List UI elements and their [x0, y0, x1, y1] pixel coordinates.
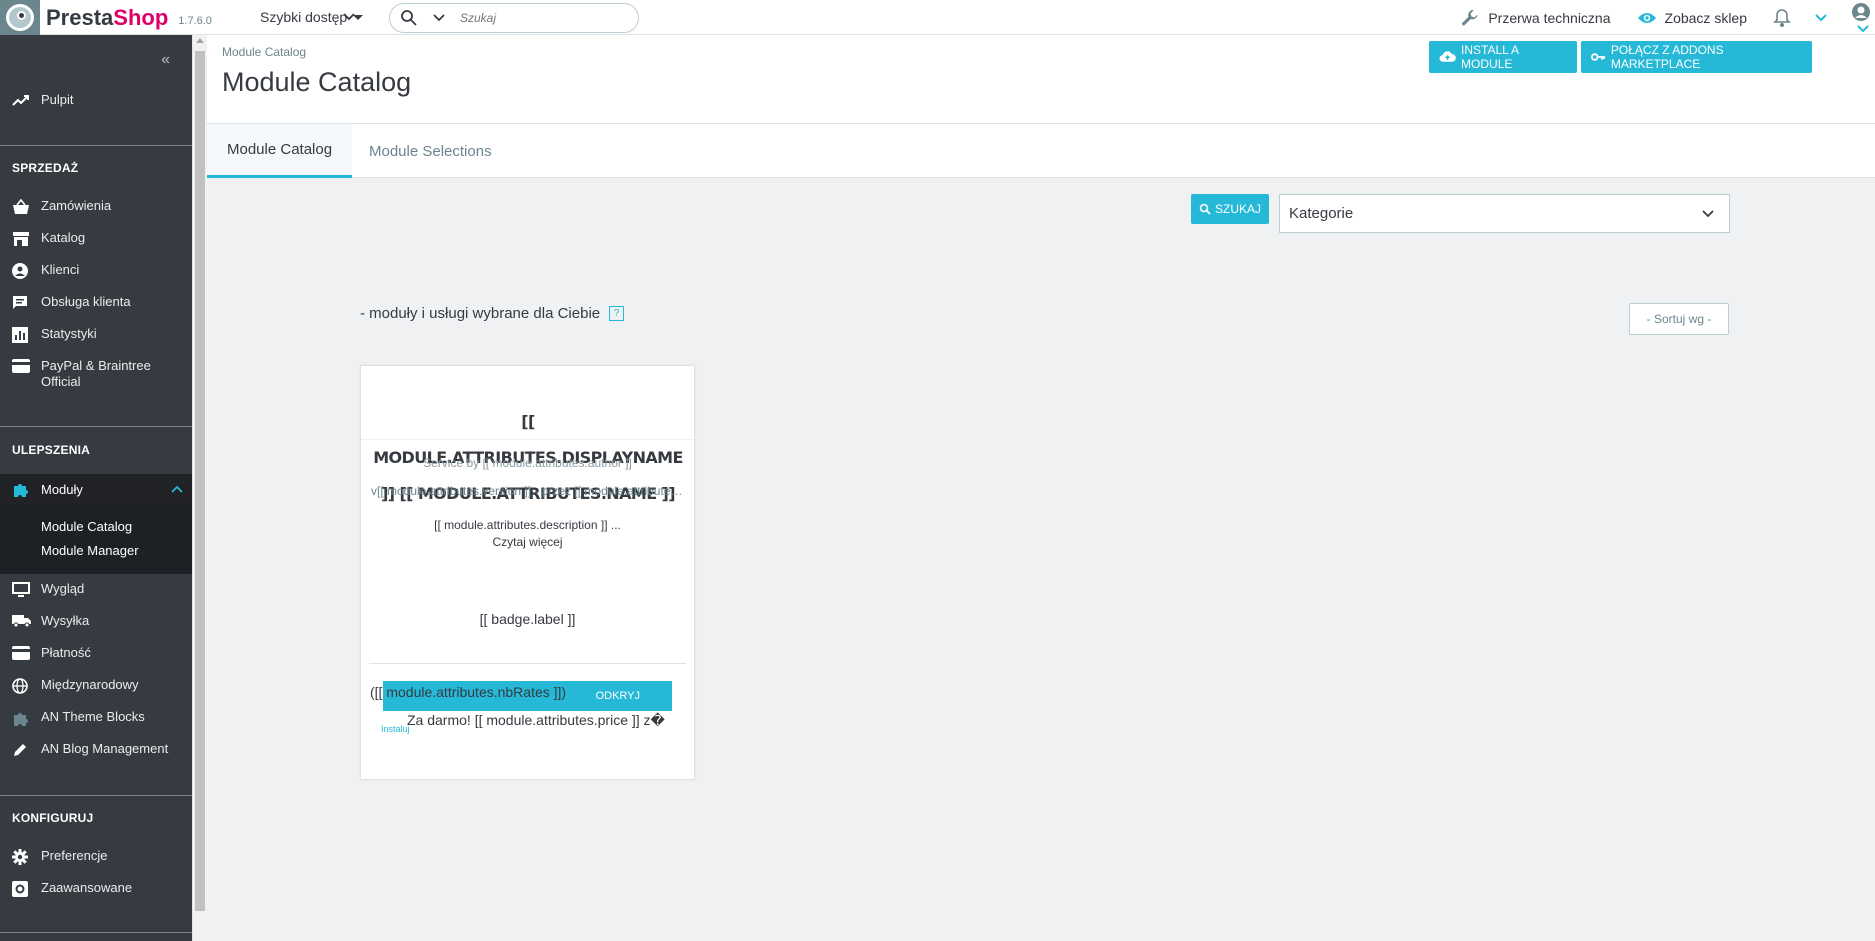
- sidebar-subitem-module-manager[interactable]: Module Manager: [41, 543, 139, 558]
- sidebar-item-zamowienia[interactable]: Zamówienia: [0, 198, 192, 214]
- logo-text: PrestaShop: [46, 4, 169, 30]
- section-title-ulepszenia: ULEPSZENIA: [12, 443, 91, 457]
- sidebar-item-preferencje[interactable]: Preferencje: [0, 848, 192, 865]
- tab-module-selections[interactable]: Module Selections: [349, 124, 512, 178]
- sidebar-item-statystyki[interactable]: Statystyki: [0, 326, 192, 343]
- eye-icon: [1637, 12, 1656, 23]
- store-icon: [13, 232, 29, 246]
- module-price: Za darmo! [[ module.attributes.price ]] …: [407, 712, 665, 728]
- sidebar-item-zaawansowane[interactable]: Zaawansowane: [0, 880, 192, 897]
- sidebar-nav: « Pulpit SPRZEDAŻ Zamówienia Katalog Kli…: [0, 35, 192, 941]
- sidebar-item-pulpit[interactable]: Pulpit: [0, 92, 192, 108]
- sidebar-item-wysylka[interactable]: Wysyłka: [0, 613, 192, 629]
- pencil-icon: [14, 744, 26, 756]
- view-shop-label: Zobacz sklep: [1664, 9, 1747, 26]
- notifications-button[interactable]: [1773, 8, 1799, 28]
- sidebar-item-katalog[interactable]: Katalog: [0, 230, 192, 246]
- module-author: Service by [[ module.attributes.author ]…: [423, 456, 632, 470]
- breadcrumb[interactable]: Module Catalog: [222, 45, 306, 59]
- install-module-button[interactable]: INSTALL A MODULE: [1429, 41, 1577, 73]
- credit-card-icon: [12, 359, 30, 373]
- sidebar-scrollbar[interactable]: [192, 35, 207, 941]
- top-header: PrestaShop 1.7.6.0 Szybki dostęp Przerwa…: [0, 0, 1875, 35]
- page-title: Module Catalog: [222, 67, 412, 97]
- puzzle-icon: [14, 484, 28, 497]
- account-icon[interactable]: [1851, 2, 1871, 22]
- puffin-logo-icon: [0, 0, 40, 35]
- collapse-sidebar-icon[interactable]: «: [161, 51, 170, 69]
- sidebar-item-moduly-label: Moduły: [41, 482, 83, 497]
- sidebar-item-an-blog-management[interactable]: AN Blog Management: [0, 741, 192, 757]
- sidebar-item-klienci[interactable]: Klienci: [0, 262, 192, 279]
- view-shop-link[interactable]: Zobacz sklep: [1637, 10, 1747, 26]
- account-circle-icon: [12, 263, 28, 279]
- key-icon: [1591, 53, 1605, 61]
- sidebar-divider: [0, 795, 192, 796]
- module-rates: ([[ module.attributes.nbRates ]]): [370, 684, 567, 700]
- version-label: 1.7.6.0: [178, 14, 212, 27]
- bell-icon: [1773, 8, 1791, 27]
- sidebar-subitem-module-catalog[interactable]: Module Catalog: [41, 519, 132, 534]
- module-badge: [[ badge.label ]]: [479, 611, 576, 627]
- puzzle-icon: [14, 713, 28, 726]
- chevron-down-icon[interactable]: [1856, 22, 1870, 36]
- wrench-icon: [1462, 9, 1478, 25]
- sidebar-group-moduly: Moduły Module Catalog Module Manager: [0, 474, 192, 574]
- settings-box-icon: [12, 881, 28, 897]
- page-header: Module Catalog Module Catalog INSTALL A …: [207, 35, 1875, 123]
- module-card: [[ MODULE.ATTRIBUTES.DISPLAYNAME ]] [[ M…: [360, 365, 695, 780]
- search-icon: [1199, 203, 1211, 215]
- card-divider: [369, 663, 686, 664]
- chevron-up-icon: [171, 485, 183, 493]
- chevron-down-icon[interactable]: [432, 11, 446, 25]
- category-select[interactable]: Kategorie: [1279, 194, 1730, 233]
- sidebar-item-miedzynarodowy[interactable]: Międzynarodowy: [0, 677, 192, 694]
- selection-heading: - moduły i usługi wybrane dla Ciebie ?: [360, 305, 625, 322]
- sidebar-item-wyglad[interactable]: Wygląd: [0, 581, 192, 597]
- credit-card-icon: [12, 646, 30, 660]
- section-title-konfiguruj: KONFIGURUJ: [12, 811, 94, 825]
- tab-bar: Module Catalog Module Selections: [207, 123, 1875, 178]
- module-version: v[[ module.attributes.version ]] - przez…: [371, 484, 686, 498]
- module-description: [[ module.attributes.description ]] ...: [434, 518, 621, 532]
- cloud-upload-icon: [1439, 51, 1456, 62]
- help-icon[interactable]: ?: [609, 306, 625, 321]
- maintenance-link[interactable]: Przerwa techniczna: [1460, 8, 1611, 28]
- search-icon[interactable]: [400, 9, 418, 27]
- header-right: Przerwa techniczna Zobacz sklep: [1460, 0, 1875, 35]
- sidebar-divider: [0, 145, 192, 146]
- sidebar-divider: [0, 426, 192, 427]
- bar-chart-icon: [12, 327, 28, 343]
- sort-dropdown[interactable]: - Sortuj wg -: [1629, 303, 1729, 335]
- category-selected-value: Kategorie: [1289, 205, 1354, 222]
- sidebar-item-moduly[interactable]: Moduły: [0, 474, 192, 506]
- sidebar-item-obsluga-klienta[interactable]: Obsługa klienta: [0, 294, 192, 310]
- section-title-sprzedaz: SPRZEDAŻ: [12, 161, 79, 175]
- basket-icon: [13, 199, 29, 214]
- sidebar-item-platnosc[interactable]: Płatność: [0, 645, 192, 661]
- search-button[interactable]: SZUKAJ: [1191, 194, 1269, 224]
- read-more-link[interactable]: Czytaj więcej: [361, 535, 694, 549]
- install-link[interactable]: Instaluj: [381, 724, 410, 734]
- quick-access-label: Szybki dostęp: [260, 9, 348, 25]
- trending-up-icon: [12, 95, 29, 106]
- maintenance-label: Przerwa techniczna: [1488, 9, 1611, 26]
- prestashop-logo[interactable]: PrestaShop 1.7.6.0: [0, 0, 212, 35]
- sidebar-divider: [0, 932, 192, 933]
- chevron-down-icon: [1702, 210, 1714, 218]
- tab-module-catalog[interactable]: Module Catalog: [207, 124, 353, 178]
- connect-addons-button[interactable]: POŁĄCZ Z ADDONS MARKETPLACE: [1581, 41, 1812, 73]
- header-search[interactable]: [389, 3, 639, 33]
- chevron-down-icon[interactable]: [341, 9, 357, 25]
- chat-icon: [13, 296, 27, 309]
- sidebar-item-an-theme-blocks[interactable]: AN Theme Blocks: [0, 709, 192, 726]
- globe-icon: [12, 678, 28, 694]
- gear-icon: [12, 849, 28, 865]
- chevron-down-icon[interactable]: [1813, 10, 1829, 26]
- monitor-icon: [12, 582, 30, 597]
- search-input[interactable]: [460, 11, 610, 25]
- truck-icon: [12, 615, 31, 628]
- sidebar-item-paypal[interactable]: PayPal & Braintree Official: [0, 358, 192, 390]
